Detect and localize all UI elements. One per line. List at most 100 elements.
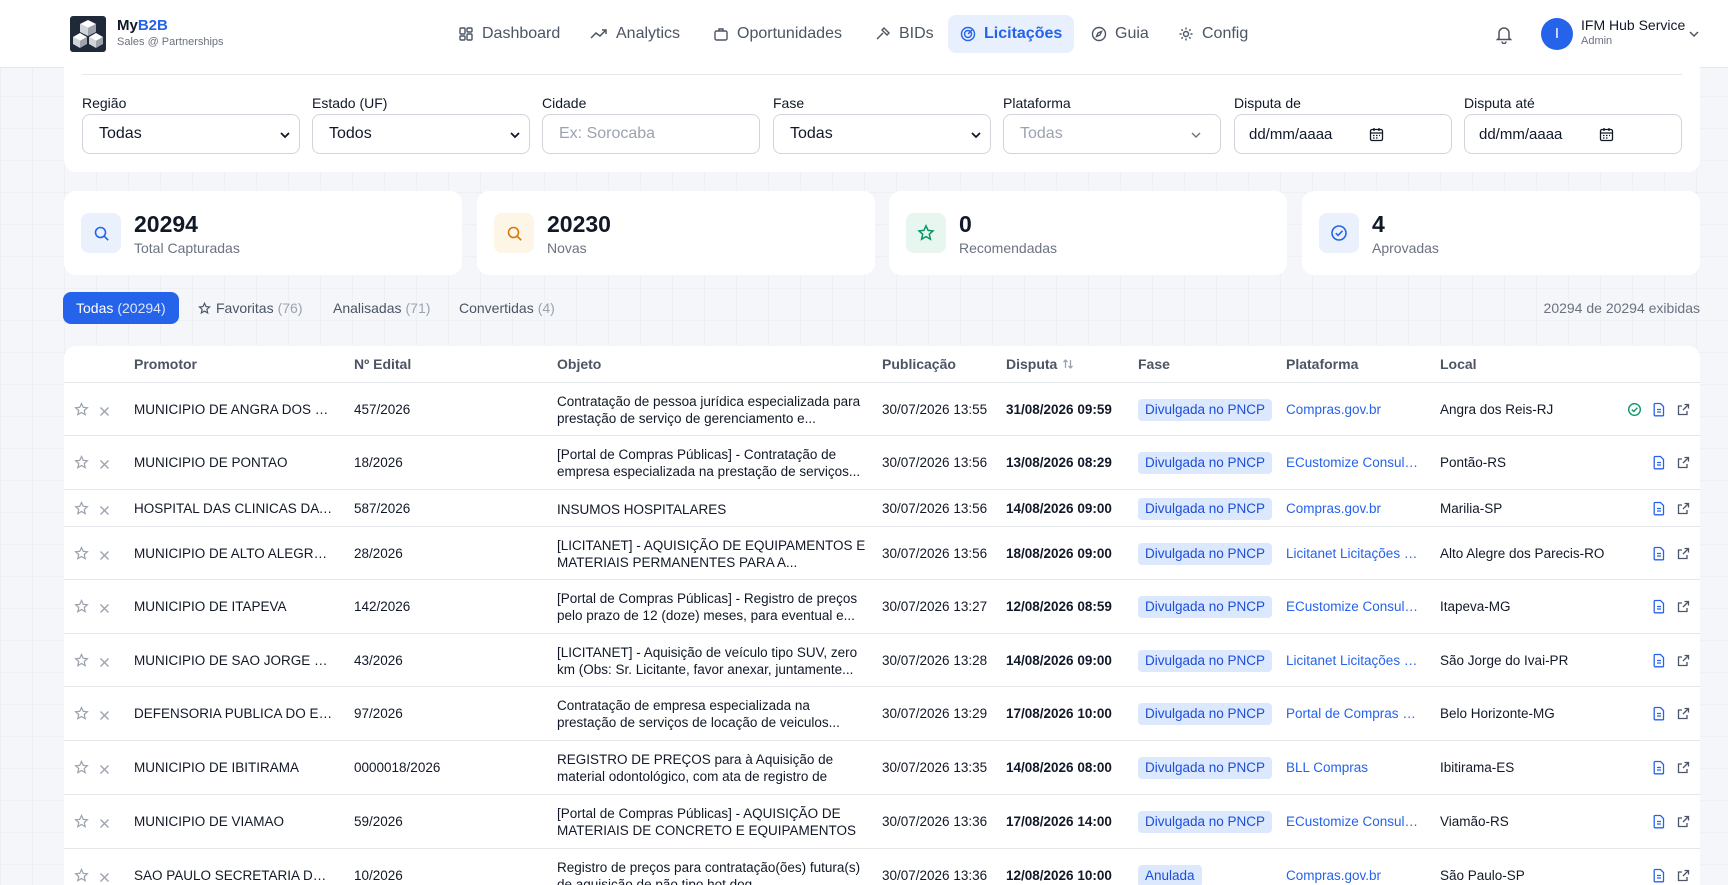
cell-disputa: 12/08/2026 10:00 xyxy=(1006,868,1112,883)
favorite-star-icon[interactable] xyxy=(74,652,89,673)
favorite-star-icon[interactable] xyxy=(74,813,89,834)
external-link-icon[interactable] xyxy=(1677,869,1690,885)
cell-plataforma-link[interactable]: Compras.gov.br xyxy=(1286,402,1419,417)
nav-oportunidades[interactable]: Oportunidades xyxy=(701,15,854,53)
document-icon[interactable] xyxy=(1652,706,1666,726)
cell-promotor: MUNICIPIO DE ANGRA DOS REIS xyxy=(134,401,334,417)
tab-convertidas[interactable]: Convertidas (4) xyxy=(446,292,568,324)
tab-todas[interactable]: Todas (20294) xyxy=(63,292,179,324)
cell-objeto: [Portal de Compras Públicas] - AQUISIÇÃO… xyxy=(557,806,857,838)
col-header-disputa[interactable]: Disputa xyxy=(1006,356,1074,372)
brand-logo[interactable] xyxy=(70,16,106,52)
cell-promotor: MUNICIPIO DE VIAMAO xyxy=(134,814,285,829)
external-link-icon[interactable] xyxy=(1677,815,1690,833)
stat-value: 20230 xyxy=(547,211,611,237)
nav-analytics[interactable]: Analytics xyxy=(578,15,692,53)
dismiss-x-icon[interactable] xyxy=(99,601,110,619)
fase-select[interactable]: Todas xyxy=(773,114,991,154)
cell-plataforma-link[interactable]: Licitanet Licitações Eletrônicas xyxy=(1286,653,1419,668)
col-header-fase[interactable]: Fase xyxy=(1138,356,1170,372)
dismiss-x-icon[interactable] xyxy=(99,762,110,780)
col-header-local[interactable]: Local xyxy=(1440,356,1477,372)
external-link-icon[interactable] xyxy=(1677,707,1690,725)
external-link-icon[interactable] xyxy=(1677,761,1690,779)
cell-edital: 18/2026 xyxy=(354,455,403,470)
tab-label: Favoritas xyxy=(216,300,274,316)
document-icon[interactable] xyxy=(1652,868,1666,885)
estado-value: Todos xyxy=(329,125,372,142)
external-link-icon[interactable] xyxy=(1677,502,1690,520)
col-header-edital[interactable]: Nº Edital xyxy=(354,356,411,372)
approved-check-icon[interactable] xyxy=(1627,402,1642,422)
document-icon[interactable] xyxy=(1652,814,1666,834)
cell-plataforma-link[interactable]: ECustomize Consultoria em Software xyxy=(1286,599,1419,614)
nav-config[interactable]: Config xyxy=(1166,15,1260,53)
nav-bids[interactable]: BIDs xyxy=(863,15,946,53)
avatar[interactable]: I xyxy=(1541,18,1573,50)
chevron-down-icon[interactable] xyxy=(1688,28,1700,40)
dismiss-x-icon[interactable] xyxy=(99,708,110,726)
favorite-star-icon[interactable] xyxy=(74,401,89,422)
document-icon[interactable] xyxy=(1652,501,1666,521)
tab-favoritas[interactable]: Favoritas (76) xyxy=(185,292,315,324)
calendar-icon[interactable] xyxy=(1369,127,1384,142)
tab-analisadas[interactable]: Analisadas (71) xyxy=(320,292,443,324)
document-icon[interactable] xyxy=(1652,402,1666,422)
cidade-input[interactable]: Ex: Sorocaba xyxy=(542,114,760,154)
favorite-star-icon[interactable] xyxy=(74,545,89,566)
favorite-star-icon[interactable] xyxy=(74,598,89,619)
disputa-de-input[interactable]: dd/mm/aaaa xyxy=(1234,114,1452,154)
favorite-star-icon[interactable] xyxy=(74,867,89,885)
cell-local: Angra dos Reis-RJ xyxy=(1440,401,1554,417)
external-link-icon[interactable] xyxy=(1677,403,1690,421)
document-icon[interactable] xyxy=(1652,546,1666,566)
stat-card-recomendadas: 0 Recomendadas xyxy=(889,191,1287,275)
dismiss-x-icon[interactable] xyxy=(99,816,110,834)
calendar-icon[interactable] xyxy=(1599,127,1614,142)
cell-plataforma-link[interactable]: ECustomize Consultoria em Software xyxy=(1286,814,1419,829)
nav-dashboard[interactable]: Dashboard xyxy=(446,15,572,53)
favorite-star-icon[interactable] xyxy=(74,759,89,780)
cell-plataforma-link[interactable]: Portal de Compras de Minas Gerais xyxy=(1286,706,1419,721)
document-icon[interactable] xyxy=(1652,760,1666,780)
regiao-select[interactable]: Todas xyxy=(82,114,300,154)
dismiss-x-icon[interactable] xyxy=(99,503,110,521)
dismiss-x-icon[interactable] xyxy=(99,548,110,566)
estado-select[interactable]: Todos xyxy=(312,114,530,154)
cell-publicacao: 30/07/2026 13:55 xyxy=(882,401,988,417)
dismiss-x-icon[interactable] xyxy=(99,404,110,422)
document-icon[interactable] xyxy=(1652,653,1666,673)
plataforma-label: Plataforma xyxy=(1003,95,1071,111)
plataforma-select[interactable]: Todas xyxy=(1003,114,1221,154)
col-header-objeto[interactable]: Objeto xyxy=(557,356,601,372)
cell-plataforma-link[interactable]: BLL Compras xyxy=(1286,760,1419,775)
external-link-icon[interactable] xyxy=(1677,654,1690,672)
favorite-star-icon[interactable] xyxy=(74,500,89,521)
cell-plataforma-link[interactable]: ECustomize Consultoria em Software xyxy=(1286,455,1419,470)
dismiss-x-icon[interactable] xyxy=(99,870,110,885)
sort-icon[interactable] xyxy=(1062,358,1074,370)
user-name[interactable]: IFM Hub Service xyxy=(1581,17,1685,33)
col-header-publicacao[interactable]: Publicação xyxy=(882,356,956,372)
dismiss-x-icon[interactable] xyxy=(99,457,110,475)
cell-plataforma-link[interactable]: Compras.gov.br xyxy=(1286,501,1419,516)
status-badge: Divulgada no PNCP xyxy=(1138,452,1273,474)
document-icon[interactable] xyxy=(1652,455,1666,475)
col-header-promotor[interactable]: Promotor xyxy=(134,356,197,372)
favorite-star-icon[interactable] xyxy=(74,705,89,726)
nav-guia[interactable]: Guia xyxy=(1079,15,1161,53)
cell-plataforma-link[interactable]: Compras.gov.br xyxy=(1286,868,1419,883)
external-link-icon[interactable] xyxy=(1677,600,1690,618)
document-icon[interactable] xyxy=(1652,599,1666,619)
external-link-icon[interactable] xyxy=(1677,456,1690,474)
external-link-icon[interactable] xyxy=(1677,547,1690,565)
cell-plataforma-link[interactable]: Licitanet Licitações Eletrônicas xyxy=(1286,546,1419,561)
bell-icon[interactable] xyxy=(1494,24,1514,44)
disputa-ate-label: Disputa até xyxy=(1464,95,1535,111)
disputa-ate-input[interactable]: dd/mm/aaaa xyxy=(1464,114,1682,154)
cell-local: Pontão-RS xyxy=(1440,455,1507,470)
favorite-star-icon[interactable] xyxy=(74,454,89,475)
dismiss-x-icon[interactable] xyxy=(99,655,110,673)
col-header-plataforma[interactable]: Plataforma xyxy=(1286,356,1358,372)
nav-licitacoes[interactable]: Licitações xyxy=(948,15,1075,53)
